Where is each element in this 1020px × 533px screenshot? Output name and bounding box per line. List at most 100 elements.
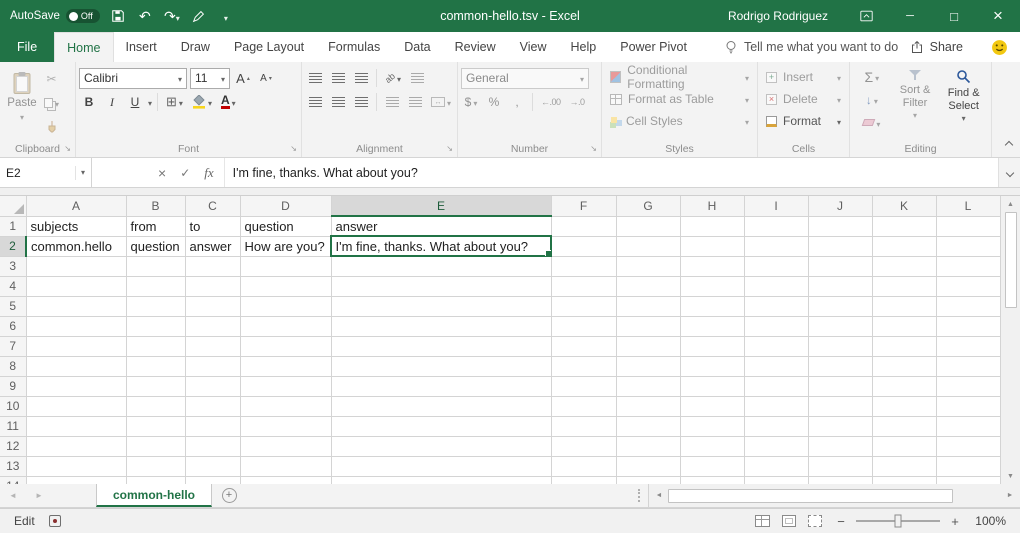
cell-F1[interactable] (551, 216, 616, 236)
cell-K4[interactable] (872, 276, 936, 296)
cell-B14[interactable] (126, 476, 185, 484)
cell-I5[interactable] (744, 296, 808, 316)
horizontal-scrollbar[interactable] (648, 484, 1020, 507)
cell-C9[interactable] (185, 376, 240, 396)
cell-G5[interactable] (616, 296, 680, 316)
cell-A4[interactable] (26, 276, 126, 296)
cell-C4[interactable] (185, 276, 240, 296)
cell-C7[interactable] (185, 336, 240, 356)
cell-B11[interactable] (126, 416, 185, 436)
cell-L12[interactable] (936, 436, 1000, 456)
cell-E10[interactable] (331, 396, 551, 416)
cell-A13[interactable] (26, 456, 126, 476)
cell-K10[interactable] (872, 396, 936, 416)
vertical-scroll-thumb[interactable] (1005, 212, 1017, 308)
cell-E14[interactable] (331, 476, 551, 484)
expand-formula-bar-button[interactable] (998, 158, 1020, 187)
cell-G12[interactable] (616, 436, 680, 456)
cell-C6[interactable] (185, 316, 240, 336)
font-name-combobox[interactable]: Calibri (79, 68, 187, 89)
cell-L3[interactable] (936, 256, 1000, 276)
maximize-button[interactable] (932, 0, 976, 32)
cell-L4[interactable] (936, 276, 1000, 296)
cell-I8[interactable] (744, 356, 808, 376)
cell-K1[interactable] (872, 216, 936, 236)
cell-L6[interactable] (936, 316, 1000, 336)
cell-J13[interactable] (808, 456, 872, 476)
cell-L1[interactable] (936, 216, 1000, 236)
cell-H8[interactable] (680, 356, 744, 376)
find-select-button[interactable]: Find & Select (939, 66, 988, 133)
cell-J9[interactable] (808, 376, 872, 396)
number-dialog-launcher[interactable] (590, 140, 597, 154)
cell-G4[interactable] (616, 276, 680, 296)
cell-A1[interactable]: subjects (26, 216, 126, 236)
cell-E7[interactable] (331, 336, 551, 356)
cell-A5[interactable] (26, 296, 126, 316)
cell-F12[interactable] (551, 436, 616, 456)
cell-C14[interactable] (185, 476, 240, 484)
cell-I6[interactable] (744, 316, 808, 336)
cell-A9[interactable] (26, 376, 126, 396)
delete-cells-button[interactable]: × Delete (761, 88, 846, 110)
cell-G1[interactable] (616, 216, 680, 236)
cell-K11[interactable] (872, 416, 936, 436)
cell-D4[interactable] (240, 276, 331, 296)
cell-C10[interactable] (185, 396, 240, 416)
cell-I13[interactable] (744, 456, 808, 476)
zoom-out-button[interactable] (834, 514, 848, 529)
cell-C5[interactable] (185, 296, 240, 316)
cell-H9[interactable] (680, 376, 744, 396)
cut-button[interactable] (41, 68, 62, 89)
column-header-F[interactable]: F (551, 196, 616, 216)
tab-page-layout[interactable]: Page Layout (222, 32, 316, 62)
cell-K12[interactable] (872, 436, 936, 456)
cell-A11[interactable] (26, 416, 126, 436)
cell-L8[interactable] (936, 356, 1000, 376)
cell-G6[interactable] (616, 316, 680, 336)
cell-I14[interactable] (744, 476, 808, 484)
cell-H7[interactable] (680, 336, 744, 356)
cell-F6[interactable] (551, 316, 616, 336)
cell-J6[interactable] (808, 316, 872, 336)
cell-C1[interactable]: to (185, 216, 240, 236)
cell-K14[interactable] (872, 476, 936, 484)
customize-quick-access-button[interactable] (217, 5, 235, 27)
cell-L7[interactable] (936, 336, 1000, 356)
cell-C3[interactable] (185, 256, 240, 276)
cell-D10[interactable] (240, 396, 331, 416)
bold-button[interactable]: B (79, 92, 99, 113)
cell-B6[interactable] (126, 316, 185, 336)
column-header-L[interactable]: L (936, 196, 1000, 216)
horizontal-scroll-thumb[interactable] (668, 489, 953, 503)
center-button[interactable] (328, 92, 348, 113)
cell-E9[interactable] (331, 376, 551, 396)
zoom-slider-thumb[interactable] (895, 515, 902, 528)
cell-B8[interactable] (126, 356, 185, 376)
cell-I1[interactable] (744, 216, 808, 236)
tab-review[interactable]: Review (443, 32, 508, 62)
cell-K8[interactable] (872, 356, 936, 376)
tab-home[interactable]: Home (54, 32, 113, 62)
cell-G14[interactable] (616, 476, 680, 484)
row-header-6[interactable]: 6 (0, 316, 26, 336)
row-header-5[interactable]: 5 (0, 296, 26, 316)
format-painter-button[interactable] (41, 116, 62, 137)
cell-G11[interactable] (616, 416, 680, 436)
increase-font-size-button[interactable] (233, 68, 253, 89)
align-right-button[interactable] (351, 92, 371, 113)
cell-B1[interactable]: from (126, 216, 185, 236)
increase-indent-button[interactable] (405, 92, 425, 113)
wrap-text-button[interactable] (407, 68, 427, 89)
cell-B9[interactable] (126, 376, 185, 396)
cell-G13[interactable] (616, 456, 680, 476)
ribbon-display-options-button[interactable] (844, 0, 888, 32)
cell-E5[interactable] (331, 296, 551, 316)
cell-F5[interactable] (551, 296, 616, 316)
cell-G2[interactable] (616, 236, 680, 256)
row-header-11[interactable]: 11 (0, 416, 26, 436)
insert-function-button[interactable]: fx (204, 165, 213, 181)
cell-J8[interactable] (808, 356, 872, 376)
cell-A6[interactable] (26, 316, 126, 336)
cell-H6[interactable] (680, 316, 744, 336)
